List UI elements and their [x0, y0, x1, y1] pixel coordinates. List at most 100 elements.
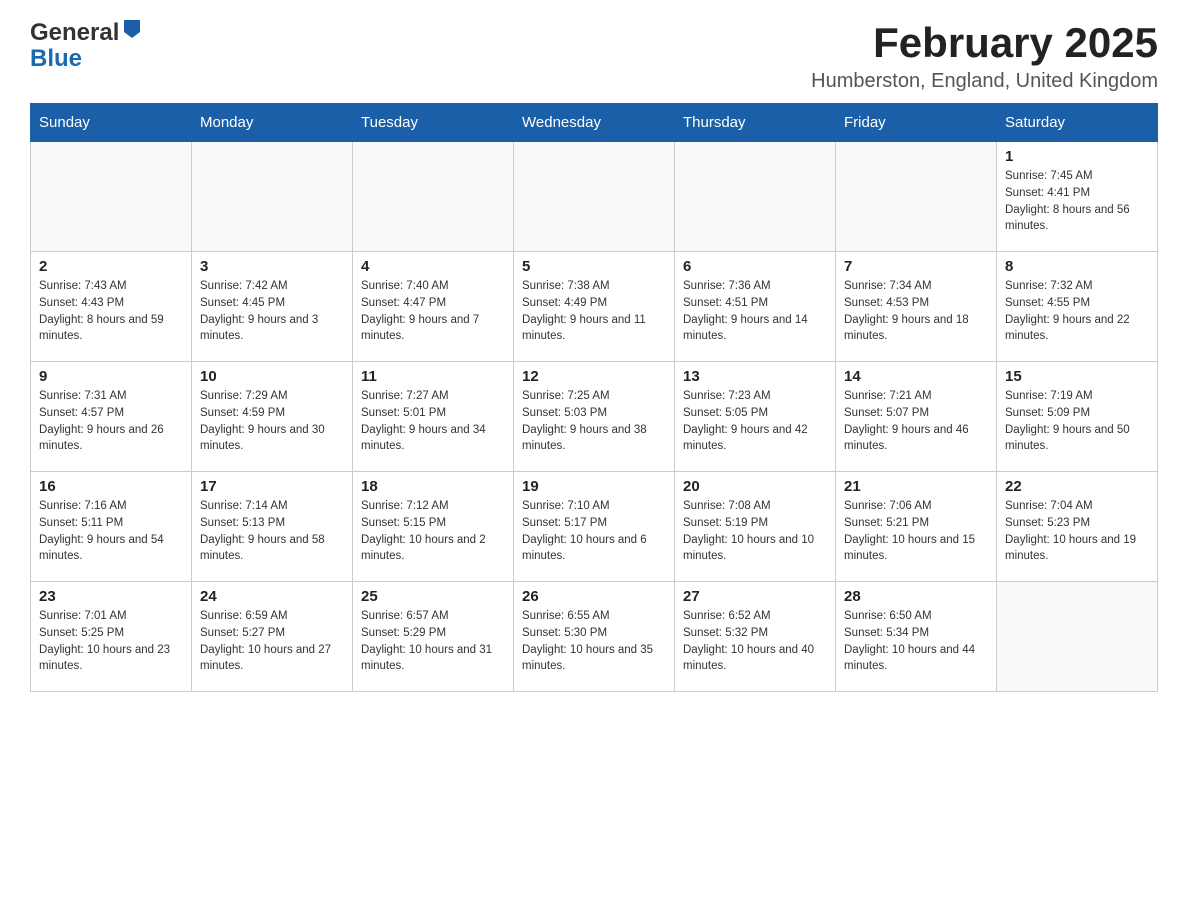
day-info: Sunrise: 7:27 AMSunset: 5:01 PMDaylight:… [361, 388, 505, 455]
day-info: Sunrise: 7:06 AMSunset: 5:21 PMDaylight:… [844, 498, 988, 565]
calendar-row: 9 Sunrise: 7:31 AMSunset: 4:57 PMDaylight… [31, 362, 1158, 472]
calendar-cell: 2 Sunrise: 7:43 AMSunset: 4:43 PMDaylight… [31, 252, 192, 362]
day-info: Sunrise: 7:12 AMSunset: 5:15 PMDaylight:… [361, 498, 505, 565]
page-title: February 2025 [811, 20, 1158, 66]
calendar-cell: 1 Sunrise: 7:45 AMSunset: 4:41 PMDaylight… [997, 142, 1158, 252]
calendar-cell: 4 Sunrise: 7:40 AMSunset: 4:47 PMDaylight… [353, 252, 514, 362]
calendar-header-cell: Saturday [997, 104, 1158, 142]
calendar-row: 1 Sunrise: 7:45 AMSunset: 4:41 PMDaylight… [31, 142, 1158, 252]
day-number: 12 [522, 368, 666, 385]
day-info: Sunrise: 7:10 AMSunset: 5:17 PMDaylight:… [522, 498, 666, 565]
day-number: 26 [522, 588, 666, 605]
calendar-cell: 22 Sunrise: 7:04 AMSunset: 5:23 PMDayligh… [997, 472, 1158, 582]
day-number: 11 [361, 368, 505, 385]
day-number: 3 [200, 258, 344, 275]
day-number: 9 [39, 368, 183, 385]
day-info: Sunrise: 6:52 AMSunset: 5:32 PMDaylight:… [683, 608, 827, 675]
day-number: 5 [522, 258, 666, 275]
calendar-header-cell: Wednesday [514, 104, 675, 142]
calendar-table: SundayMondayTuesdayWednesdayThursdayFrid… [30, 103, 1158, 692]
day-number: 7 [844, 258, 988, 275]
calendar-cell: 21 Sunrise: 7:06 AMSunset: 5:21 PMDayligh… [836, 472, 997, 582]
title-area: February 2025 Humberston, England, Unite… [811, 20, 1158, 93]
day-info: Sunrise: 7:04 AMSunset: 5:23 PMDaylight:… [1005, 498, 1149, 565]
calendar-cell: 28 Sunrise: 6:50 AMSunset: 5:34 PMDayligh… [836, 582, 997, 692]
day-info: Sunrise: 6:50 AMSunset: 5:34 PMDaylight:… [844, 608, 988, 675]
day-info: Sunrise: 7:38 AMSunset: 4:49 PMDaylight:… [522, 278, 666, 345]
calendar-cell [836, 142, 997, 252]
calendar-cell: 19 Sunrise: 7:10 AMSunset: 5:17 PMDayligh… [514, 472, 675, 582]
day-number: 8 [1005, 258, 1149, 275]
day-number: 27 [683, 588, 827, 605]
day-number: 4 [361, 258, 505, 275]
logo-arrow-icon [122, 18, 142, 44]
day-number: 2 [39, 258, 183, 275]
calendar-header-cell: Friday [836, 104, 997, 142]
day-number: 13 [683, 368, 827, 385]
day-number: 21 [844, 478, 988, 495]
day-number: 28 [844, 588, 988, 605]
calendar-cell: 10 Sunrise: 7:29 AMSunset: 4:59 PMDayligh… [192, 362, 353, 472]
day-info: Sunrise: 7:43 AMSunset: 4:43 PMDaylight:… [39, 278, 183, 345]
calendar-header-cell: Tuesday [353, 104, 514, 142]
day-info: Sunrise: 7:01 AMSunset: 5:25 PMDaylight:… [39, 608, 183, 675]
day-number: 19 [522, 478, 666, 495]
calendar-cell [675, 142, 836, 252]
day-info: Sunrise: 7:45 AMSunset: 4:41 PMDaylight:… [1005, 168, 1149, 235]
day-info: Sunrise: 7:19 AMSunset: 5:09 PMDaylight:… [1005, 388, 1149, 455]
calendar-cell: 15 Sunrise: 7:19 AMSunset: 5:09 PMDayligh… [997, 362, 1158, 472]
day-number: 16 [39, 478, 183, 495]
calendar-cell: 12 Sunrise: 7:25 AMSunset: 5:03 PMDayligh… [514, 362, 675, 472]
day-number: 6 [683, 258, 827, 275]
day-info: Sunrise: 7:25 AMSunset: 5:03 PMDaylight:… [522, 388, 666, 455]
calendar-cell: 26 Sunrise: 6:55 AMSunset: 5:30 PMDayligh… [514, 582, 675, 692]
day-number: 1 [1005, 148, 1149, 165]
page-header: General Blue February 2025 Humberston, E… [30, 20, 1158, 93]
day-number: 18 [361, 478, 505, 495]
calendar-cell: 17 Sunrise: 7:14 AMSunset: 5:13 PMDayligh… [192, 472, 353, 582]
day-number: 25 [361, 588, 505, 605]
calendar-header-cell: Sunday [31, 104, 192, 142]
day-info: Sunrise: 7:34 AMSunset: 4:53 PMDaylight:… [844, 278, 988, 345]
day-number: 17 [200, 478, 344, 495]
calendar-cell [192, 142, 353, 252]
day-number: 24 [200, 588, 344, 605]
calendar-header: SundayMondayTuesdayWednesdayThursdayFrid… [31, 104, 1158, 142]
calendar-cell: 3 Sunrise: 7:42 AMSunset: 4:45 PMDaylight… [192, 252, 353, 362]
calendar-cell [31, 142, 192, 252]
calendar-row: 2 Sunrise: 7:43 AMSunset: 4:43 PMDaylight… [31, 252, 1158, 362]
day-info: Sunrise: 7:14 AMSunset: 5:13 PMDaylight:… [200, 498, 344, 565]
calendar-cell: 24 Sunrise: 6:59 AMSunset: 5:27 PMDayligh… [192, 582, 353, 692]
day-info: Sunrise: 7:36 AMSunset: 4:51 PMDaylight:… [683, 278, 827, 345]
day-number: 14 [844, 368, 988, 385]
calendar-cell [353, 142, 514, 252]
day-number: 23 [39, 588, 183, 605]
logo-general: General [30, 20, 142, 46]
calendar-cell: 16 Sunrise: 7:16 AMSunset: 5:11 PMDayligh… [31, 472, 192, 582]
day-info: Sunrise: 7:42 AMSunset: 4:45 PMDaylight:… [200, 278, 344, 345]
day-info: Sunrise: 6:55 AMSunset: 5:30 PMDaylight:… [522, 608, 666, 675]
day-number: 10 [200, 368, 344, 385]
day-number: 22 [1005, 478, 1149, 495]
logo: General Blue [30, 20, 142, 73]
calendar-header-cell: Thursday [675, 104, 836, 142]
page-subtitle: Humberston, England, United Kingdom [811, 70, 1158, 93]
day-number: 15 [1005, 368, 1149, 385]
calendar-cell: 6 Sunrise: 7:36 AMSunset: 4:51 PMDaylight… [675, 252, 836, 362]
calendar-cell: 5 Sunrise: 7:38 AMSunset: 4:49 PMDaylight… [514, 252, 675, 362]
calendar-cell [514, 142, 675, 252]
calendar-cell: 14Sunrise: 7:21 AMSunset: 5:07 PMDayligh… [836, 362, 997, 472]
calendar-cell: 11 Sunrise: 7:27 AMSunset: 5:01 PMDayligh… [353, 362, 514, 472]
day-info: Sunrise: 7:16 AMSunset: 5:11 PMDaylight:… [39, 498, 183, 565]
day-info: Sunrise: 7:32 AMSunset: 4:55 PMDaylight:… [1005, 278, 1149, 345]
calendar-cell: 27 Sunrise: 6:52 AMSunset: 5:32 PMDayligh… [675, 582, 836, 692]
calendar-row: 23 Sunrise: 7:01 AMSunset: 5:25 PMDayligh… [31, 582, 1158, 692]
calendar-cell: 9 Sunrise: 7:31 AMSunset: 4:57 PMDaylight… [31, 362, 192, 472]
day-info: Sunrise: 7:29 AMSunset: 4:59 PMDaylight:… [200, 388, 344, 455]
day-info: Sunrise: 7:40 AMSunset: 4:47 PMDaylight:… [361, 278, 505, 345]
calendar-cell [997, 582, 1158, 692]
day-info: Sunrise: 6:59 AMSunset: 5:27 PMDaylight:… [200, 608, 344, 675]
calendar-cell: 13Sunrise: 7:23 AMSunset: 5:05 PMDayligh… [675, 362, 836, 472]
day-info: Sunrise: 7:31 AMSunset: 4:57 PMDaylight:… [39, 388, 183, 455]
calendar-row: 16 Sunrise: 7:16 AMSunset: 5:11 PMDayligh… [31, 472, 1158, 582]
